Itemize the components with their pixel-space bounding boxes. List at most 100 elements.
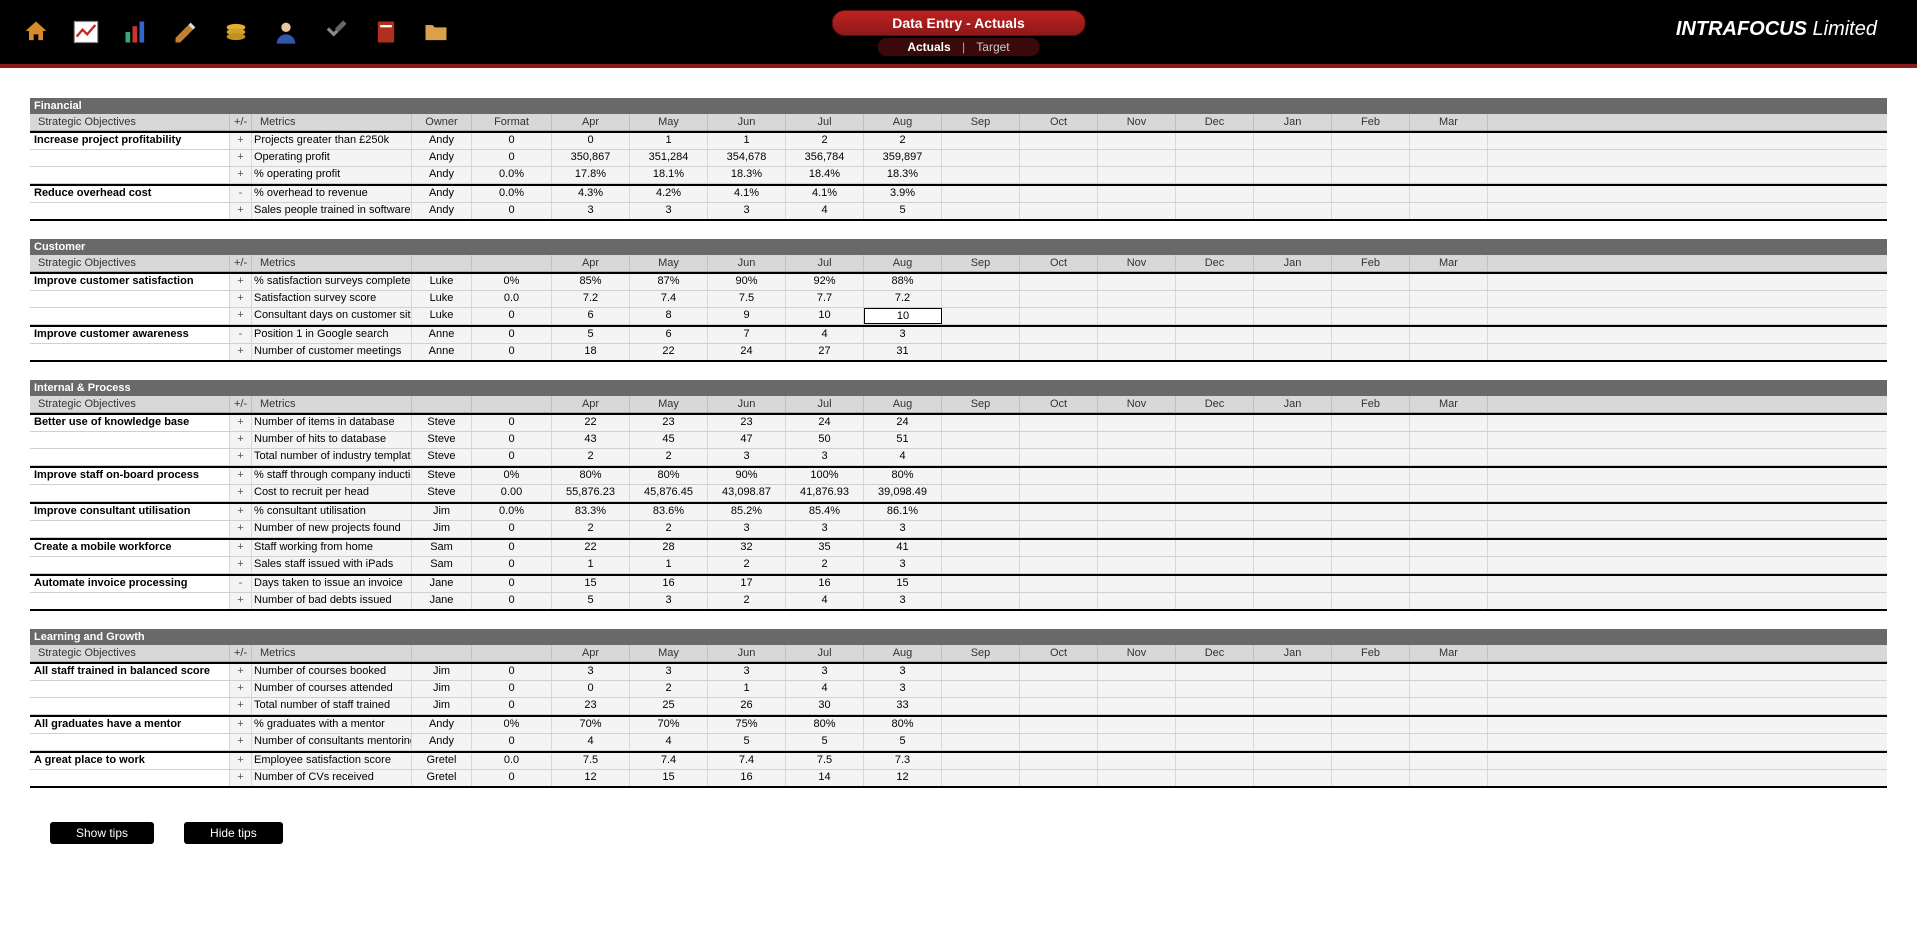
value-cell[interactable]: 350,867 <box>552 150 630 166</box>
value-cell[interactable] <box>1254 593 1332 609</box>
value-cell[interactable]: 2 <box>552 521 630 537</box>
value-cell[interactable] <box>1332 203 1410 219</box>
value-cell[interactable] <box>942 540 1020 556</box>
value-cell[interactable] <box>1332 167 1410 183</box>
value-cell[interactable] <box>942 133 1020 149</box>
value-cell[interactable] <box>1410 327 1488 343</box>
value-cell[interactable] <box>1020 344 1098 360</box>
value-cell[interactable] <box>1332 344 1410 360</box>
value-cell[interactable] <box>1098 468 1176 484</box>
value-cell[interactable]: 15 <box>630 770 708 786</box>
value-cell[interactable] <box>1020 485 1098 501</box>
value-cell[interactable]: 6 <box>630 327 708 343</box>
value-cell[interactable] <box>1098 717 1176 733</box>
value-cell[interactable]: 14 <box>786 770 864 786</box>
value-cell[interactable] <box>1098 327 1176 343</box>
value-cell[interactable]: 3 <box>630 664 708 680</box>
value-cell[interactable]: 7.2 <box>552 291 630 307</box>
value-cell[interactable] <box>1020 449 1098 465</box>
expand-toggle[interactable]: + <box>230 717 252 733</box>
value-cell[interactable]: 1 <box>708 133 786 149</box>
value-cell[interactable] <box>1020 133 1098 149</box>
value-cell[interactable] <box>1410 415 1488 431</box>
expand-toggle[interactable]: + <box>230 432 252 448</box>
value-cell[interactable]: 5 <box>864 734 942 750</box>
value-cell[interactable] <box>1020 593 1098 609</box>
value-cell[interactable]: 43 <box>552 432 630 448</box>
value-cell[interactable] <box>942 485 1020 501</box>
value-cell[interactable]: 2 <box>708 593 786 609</box>
value-cell[interactable]: 3 <box>786 449 864 465</box>
value-cell[interactable]: 5 <box>552 593 630 609</box>
value-cell[interactable]: 16 <box>708 770 786 786</box>
value-cell[interactable] <box>1176 734 1254 750</box>
value-cell[interactable] <box>1020 415 1098 431</box>
value-cell[interactable]: 27 <box>786 344 864 360</box>
value-cell[interactable] <box>1410 186 1488 202</box>
value-cell[interactable] <box>1410 593 1488 609</box>
value-cell[interactable]: 22 <box>552 415 630 431</box>
value-cell[interactable]: 12 <box>864 770 942 786</box>
value-cell[interactable]: 83.6% <box>630 504 708 520</box>
value-cell[interactable]: 70% <box>552 717 630 733</box>
value-cell[interactable] <box>1098 485 1176 501</box>
value-cell[interactable]: 18.3% <box>864 167 942 183</box>
value-cell[interactable] <box>1176 681 1254 697</box>
value-cell[interactable] <box>1098 557 1176 573</box>
value-cell[interactable] <box>1410 557 1488 573</box>
value-cell[interactable]: 55,876.23 <box>552 485 630 501</box>
value-cell[interactable] <box>1332 415 1410 431</box>
value-cell[interactable] <box>1176 753 1254 769</box>
value-cell[interactable] <box>1098 415 1176 431</box>
value-cell[interactable]: 3 <box>864 664 942 680</box>
value-cell[interactable]: 0 <box>552 681 630 697</box>
value-cell[interactable] <box>1332 274 1410 290</box>
value-cell[interactable] <box>942 698 1020 714</box>
value-cell[interactable]: 12 <box>552 770 630 786</box>
value-cell[interactable] <box>942 576 1020 592</box>
value-cell[interactable]: 2 <box>552 449 630 465</box>
value-cell[interactable] <box>1098 734 1176 750</box>
value-cell[interactable] <box>1020 203 1098 219</box>
value-cell[interactable] <box>1332 664 1410 680</box>
value-cell[interactable]: 7.5 <box>786 753 864 769</box>
expand-toggle[interactable]: - <box>230 576 252 592</box>
value-cell[interactable]: 18.4% <box>786 167 864 183</box>
value-cell[interactable]: 4 <box>786 681 864 697</box>
value-cell[interactable] <box>1410 432 1488 448</box>
value-cell[interactable]: 24 <box>864 415 942 431</box>
value-cell[interactable] <box>1176 698 1254 714</box>
value-cell[interactable] <box>1254 540 1332 556</box>
value-cell[interactable]: 41,876.93 <box>786 485 864 501</box>
value-cell[interactable] <box>1176 432 1254 448</box>
expand-toggle[interactable]: + <box>230 770 252 786</box>
value-cell[interactable] <box>1020 274 1098 290</box>
value-cell[interactable]: 4 <box>786 327 864 343</box>
value-cell[interactable]: 4.1% <box>708 186 786 202</box>
value-cell[interactable] <box>1020 468 1098 484</box>
value-cell[interactable] <box>1176 540 1254 556</box>
value-cell[interactable] <box>1098 274 1176 290</box>
value-cell[interactable]: 25 <box>630 698 708 714</box>
expand-toggle[interactable]: + <box>230 415 252 431</box>
value-cell[interactable]: 22 <box>552 540 630 556</box>
value-cell[interactable] <box>1410 150 1488 166</box>
value-cell[interactable]: 85.2% <box>708 504 786 520</box>
value-cell[interactable]: 4 <box>630 734 708 750</box>
expand-toggle[interactable]: - <box>230 186 252 202</box>
value-cell[interactable] <box>1254 485 1332 501</box>
value-cell[interactable]: 4 <box>552 734 630 750</box>
value-cell[interactable] <box>1332 521 1410 537</box>
value-cell[interactable]: 47 <box>708 432 786 448</box>
value-cell[interactable] <box>1020 681 1098 697</box>
value-cell[interactable] <box>1098 521 1176 537</box>
expand-toggle[interactable]: + <box>230 540 252 556</box>
value-cell[interactable]: 50 <box>786 432 864 448</box>
value-cell[interactable]: 30 <box>786 698 864 714</box>
value-cell[interactable]: 17 <box>708 576 786 592</box>
value-cell[interactable] <box>1254 415 1332 431</box>
value-cell[interactable] <box>1020 540 1098 556</box>
value-cell[interactable] <box>942 468 1020 484</box>
value-cell[interactable]: 10 <box>786 308 864 324</box>
value-cell[interactable] <box>942 681 1020 697</box>
